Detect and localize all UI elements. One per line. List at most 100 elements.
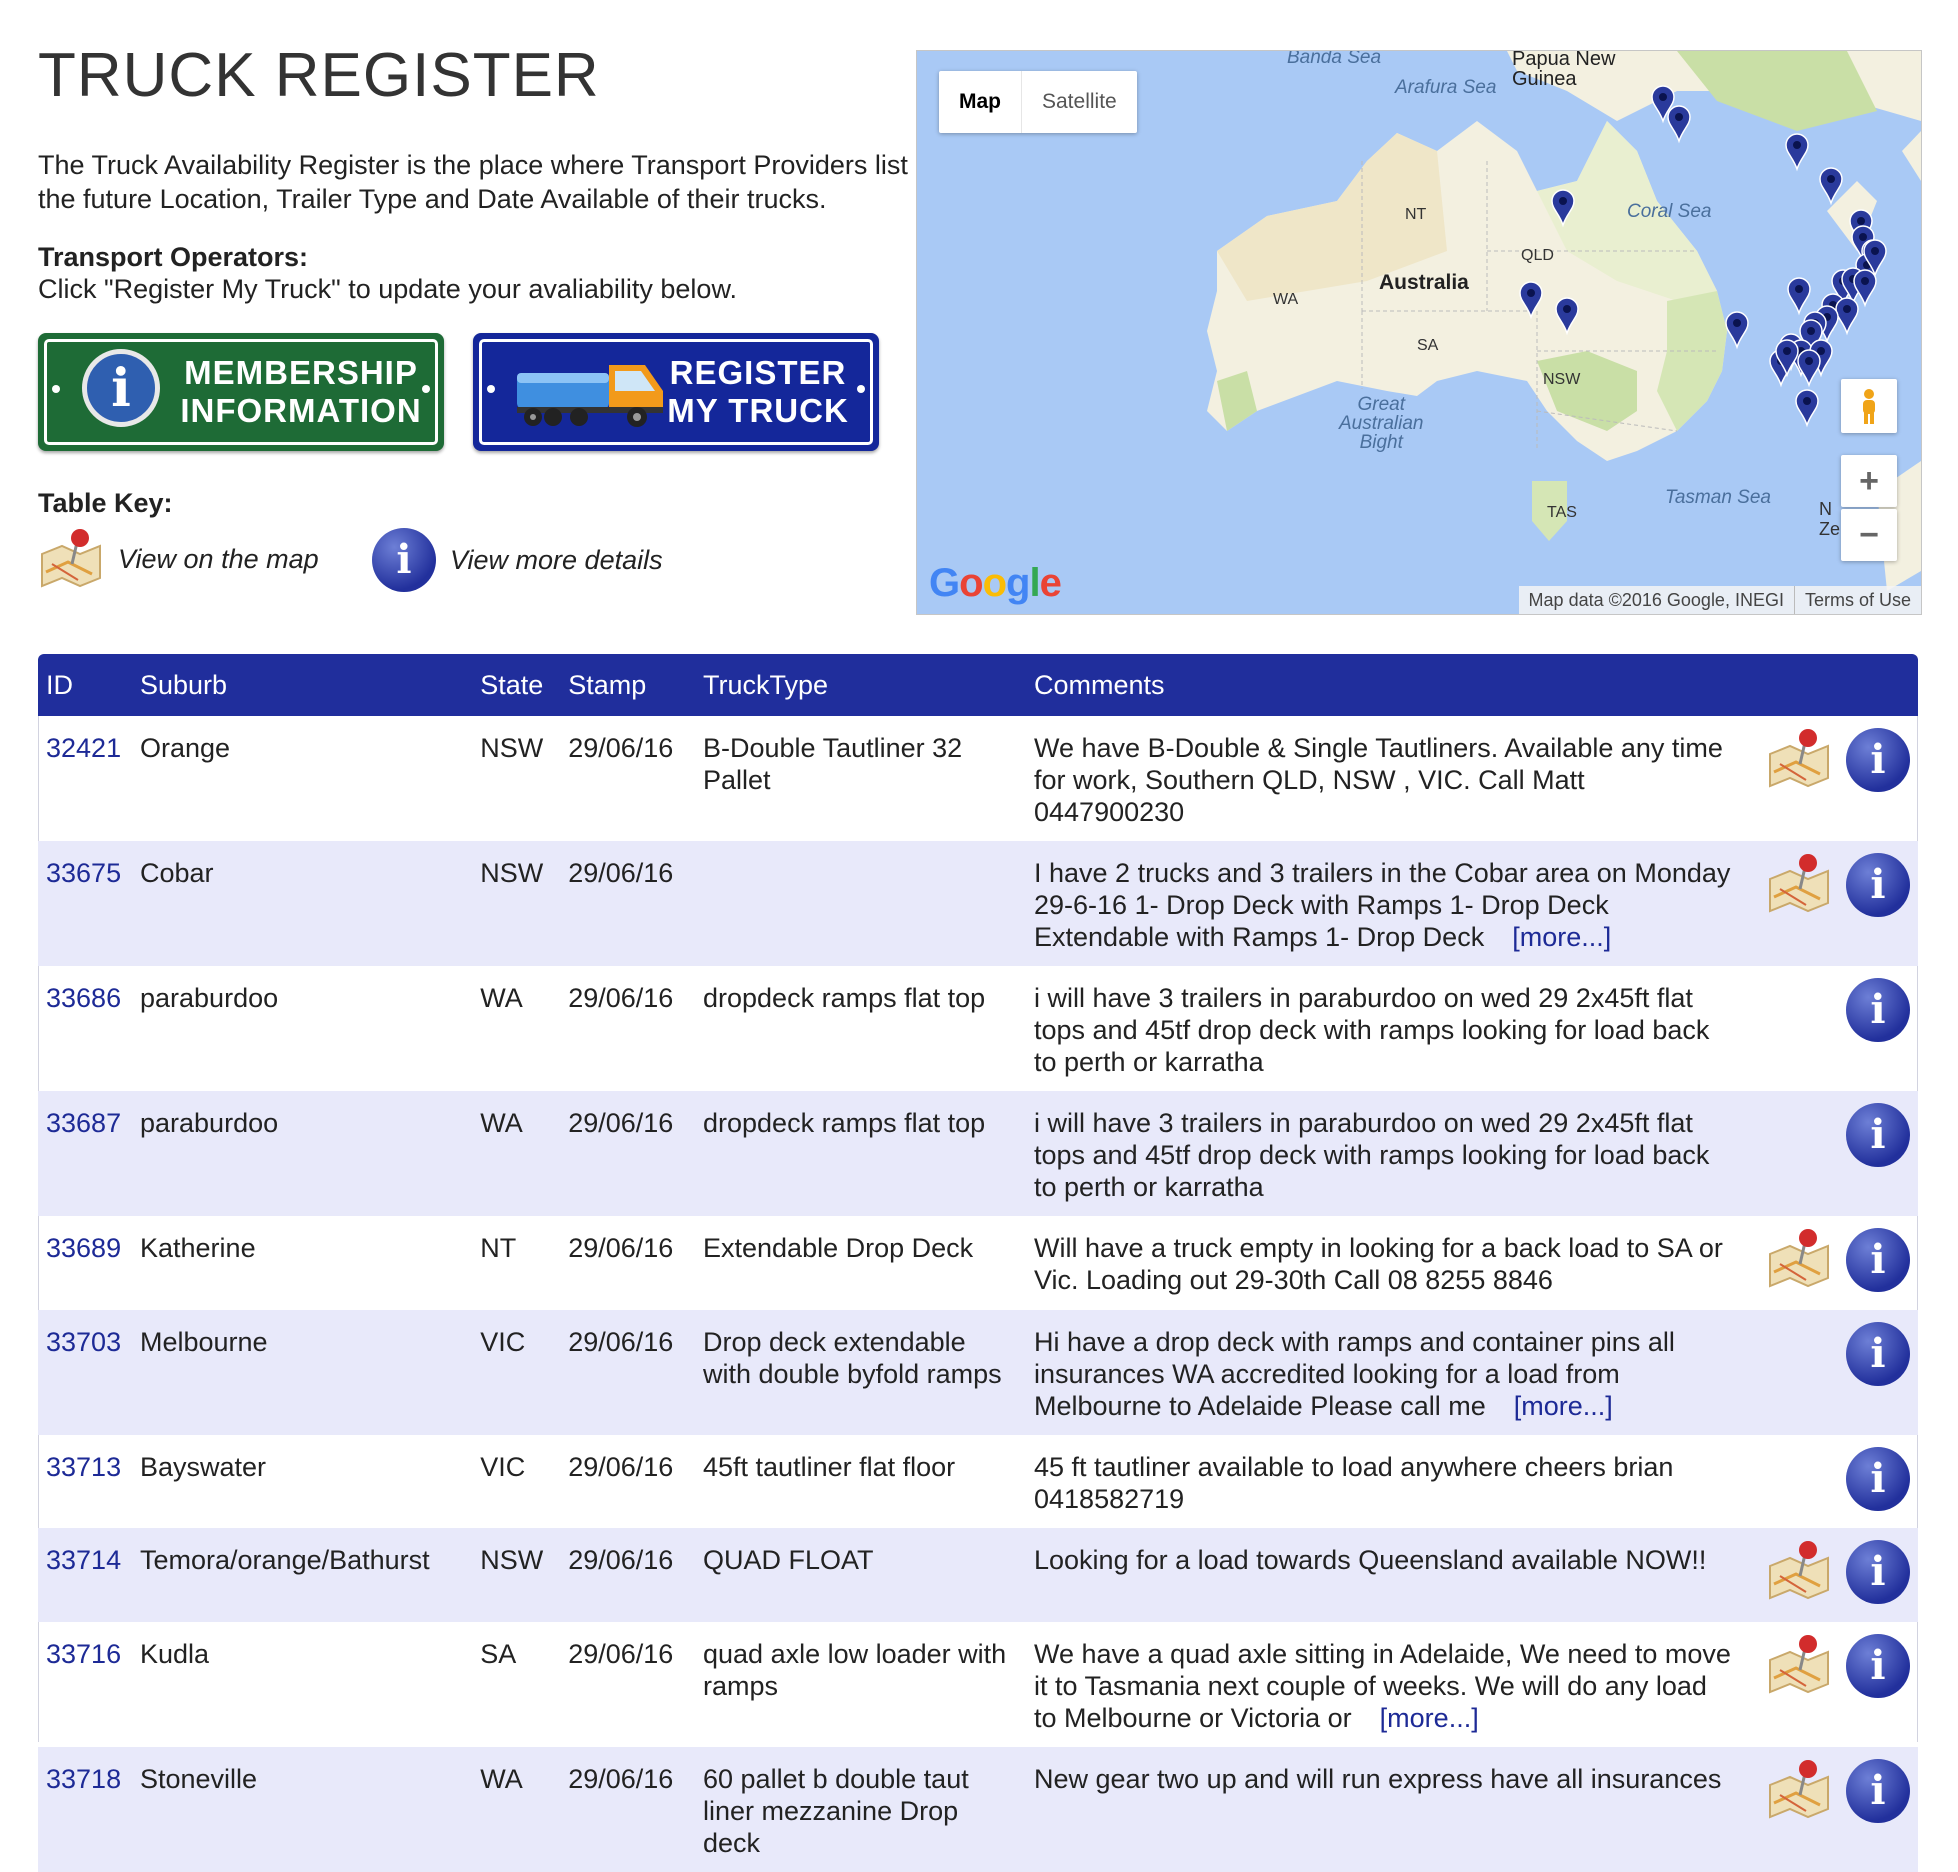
terms-of-use-link[interactable]: Terms of Use [1793, 586, 1921, 614]
row-state: NSW [472, 1528, 561, 1622]
view-details-icon[interactable]: i [1846, 728, 1910, 792]
row-id: 33713 [46, 1452, 122, 1482]
row-id: 33675 [38, 841, 132, 966]
row-comment-text: 45 ft tautliner available to load anywhe… [1034, 1452, 1674, 1514]
table-header-row: ID Suburb State Stamp TruckType Comments [38, 654, 1918, 716]
button-rivet [52, 385, 60, 393]
row-comments: 45 ft tautliner available to load anywhe… [1026, 1435, 1742, 1528]
map-attribution: Map data ©2016 Google, INEGI [1528, 590, 1784, 610]
row-actions: i [1742, 1622, 1918, 1747]
row-actions: i [1742, 841, 1918, 966]
table-key-heading: Table Key: [38, 488, 173, 518]
view-on-map-icon[interactable] [1766, 1228, 1832, 1297]
row-suburb: paraburdoo [140, 983, 279, 1013]
map-label-bight: Great Australian Bight [1339, 394, 1424, 453]
row-id: 33703 [38, 1310, 132, 1435]
view-details-icon[interactable]: i [1846, 1447, 1910, 1511]
zoom-out-button[interactable]: − [1841, 509, 1897, 561]
row-comments: We have B-Double & Single Tautliners. Av… [1026, 716, 1742, 841]
column-header-state[interactable]: State [472, 654, 561, 716]
row-comment-text: New gear two up and will run express hav… [1034, 1764, 1722, 1794]
row-comments: i will have 3 trailers in paraburdoo on … [1026, 966, 1742, 1091]
satellite-tab[interactable]: Satellite [1021, 71, 1137, 133]
map-label-australia: Australia [1379, 271, 1469, 294]
row-actions: i [1742, 966, 1918, 1091]
column-header-trucktype[interactable]: TruckType [695, 654, 1026, 716]
view-details-icon[interactable]: i [1846, 1540, 1910, 1604]
more-link[interactable]: [more...] [1514, 1391, 1613, 1421]
view-details-icon[interactable]: i [1846, 1759, 1910, 1823]
membership-information-button[interactable]: i MEMBERSHIP INFORMATION [38, 333, 444, 451]
map-type-toggle[interactable]: Map Satellite [939, 71, 1137, 133]
row-trucktype: quad axle low loader with ramps [703, 1639, 1007, 1701]
row-stamp: 29/06/16 [560, 1747, 695, 1872]
key-details-label: View more details [450, 544, 663, 575]
view-on-map-icon[interactable] [1766, 728, 1832, 797]
row-comment-text: i will have 3 trailers in paraburdoo on … [1034, 1108, 1710, 1202]
map-tab[interactable]: Map [939, 71, 1021, 133]
row-stamp: 29/06/16 [568, 983, 674, 1013]
page-title: TRUCK REGISTER [38, 41, 600, 110]
table-row: 33714 Temora/orange/Bathurst NSW 29/06/16 QU… [38, 1528, 1918, 1622]
view-details-icon[interactable]: i [1846, 1322, 1910, 1386]
row-stamp: 29/06/16 [560, 1091, 695, 1216]
view-details-icon[interactable]: i [1846, 853, 1910, 917]
row-stamp: 29/06/16 [560, 1310, 695, 1435]
view-on-map-icon[interactable] [1766, 1759, 1832, 1828]
table-row: 33716 Kudla SA 29/06/16 quad axle low loader… [38, 1622, 1918, 1747]
view-details-icon[interactable]: i [1846, 1103, 1910, 1167]
key-details: i View more details [372, 528, 663, 592]
column-header-suburb[interactable]: Suburb [132, 654, 473, 716]
view-details-icon[interactable]: i [1846, 978, 1910, 1042]
row-state: NT [480, 1233, 517, 1263]
map-label-tas: TAS [1547, 504, 1577, 521]
row-comments: Will have a truck empty in looking for a… [1026, 1216, 1742, 1310]
register-my-truck-button[interactable]: REGISTER MY TRUCK [473, 333, 879, 451]
row-comments: Hi have a drop deck with ramps and conta… [1026, 1310, 1742, 1435]
row-trucktype: Extendable Drop Deck [703, 1233, 974, 1263]
view-on-map-icon[interactable] [1766, 1540, 1832, 1609]
column-header-id[interactable]: ID [38, 654, 132, 716]
table-row: 33687 paraburdoo WA 29/06/16 dropdeck ramps … [38, 1091, 1918, 1216]
row-actions: i [1742, 1528, 1918, 1622]
map-footer: Map data ©2016 Google, INEGI Terms of Us… [1518, 586, 1921, 614]
key-map: View on the map [38, 528, 319, 590]
row-comments: Looking for a load towards Queensland av… [1026, 1528, 1742, 1622]
column-header-stamp[interactable]: Stamp [560, 654, 695, 716]
map-widget[interactable]: Map Satellite Banda Sea Arafura Sea Papu… [916, 50, 1922, 615]
view-details-icon[interactable]: i [1846, 1634, 1910, 1698]
column-header-comments[interactable]: Comments [1026, 654, 1742, 716]
button-rivet [487, 385, 495, 393]
row-comments: I have 2 trucks and 3 trailers in the Co… [1026, 841, 1742, 966]
row-actions: i [1742, 1091, 1918, 1216]
pegman-icon[interactable] [1841, 379, 1897, 433]
more-link[interactable]: [more...] [1380, 1703, 1479, 1733]
row-state: NSW [480, 733, 544, 763]
view-on-map-icon[interactable] [1766, 853, 1832, 922]
table-row: 33703 Melbourne VIC 29/06/16 Drop deck exten… [38, 1310, 1918, 1435]
map-canvas[interactable] [917, 51, 1921, 614]
map-label-wa: WA [1273, 291, 1299, 308]
map-label-tasman-sea: Tasman Sea [1665, 487, 1771, 508]
key-map-label: View on the map [118, 543, 319, 574]
map-label-nsw: NSW [1543, 371, 1581, 388]
row-suburb: Melbourne [132, 1310, 473, 1435]
more-link[interactable]: [more...] [1512, 922, 1611, 952]
row-stamp: 29/06/16 [568, 1639, 674, 1669]
table-row: 33718 Stoneville WA 29/06/16 60 pallet b dou… [38, 1747, 1918, 1872]
row-suburb: Orange [140, 733, 231, 763]
row-stamp: 29/06/16 [568, 1452, 674, 1482]
row-actions: i [1742, 716, 1918, 841]
row-id: 33718 [38, 1747, 132, 1872]
zoom-in-button[interactable]: + [1841, 455, 1897, 507]
row-suburb: Bayswater [140, 1452, 267, 1482]
row-suburb: Temora/orange/Bathurst [132, 1528, 473, 1622]
column-header-actions [1742, 654, 1918, 716]
table-row: 33713 Bayswater VIC 29/06/16 45ft tautliner … [38, 1435, 1918, 1528]
view-details-icon[interactable]: i [1846, 1228, 1910, 1292]
view-on-map-icon[interactable] [1766, 1634, 1832, 1703]
row-id: 33689 [46, 1233, 122, 1263]
truck-icon [517, 365, 663, 427]
row-actions: i [1742, 1216, 1918, 1310]
row-actions: i [1742, 1747, 1918, 1872]
